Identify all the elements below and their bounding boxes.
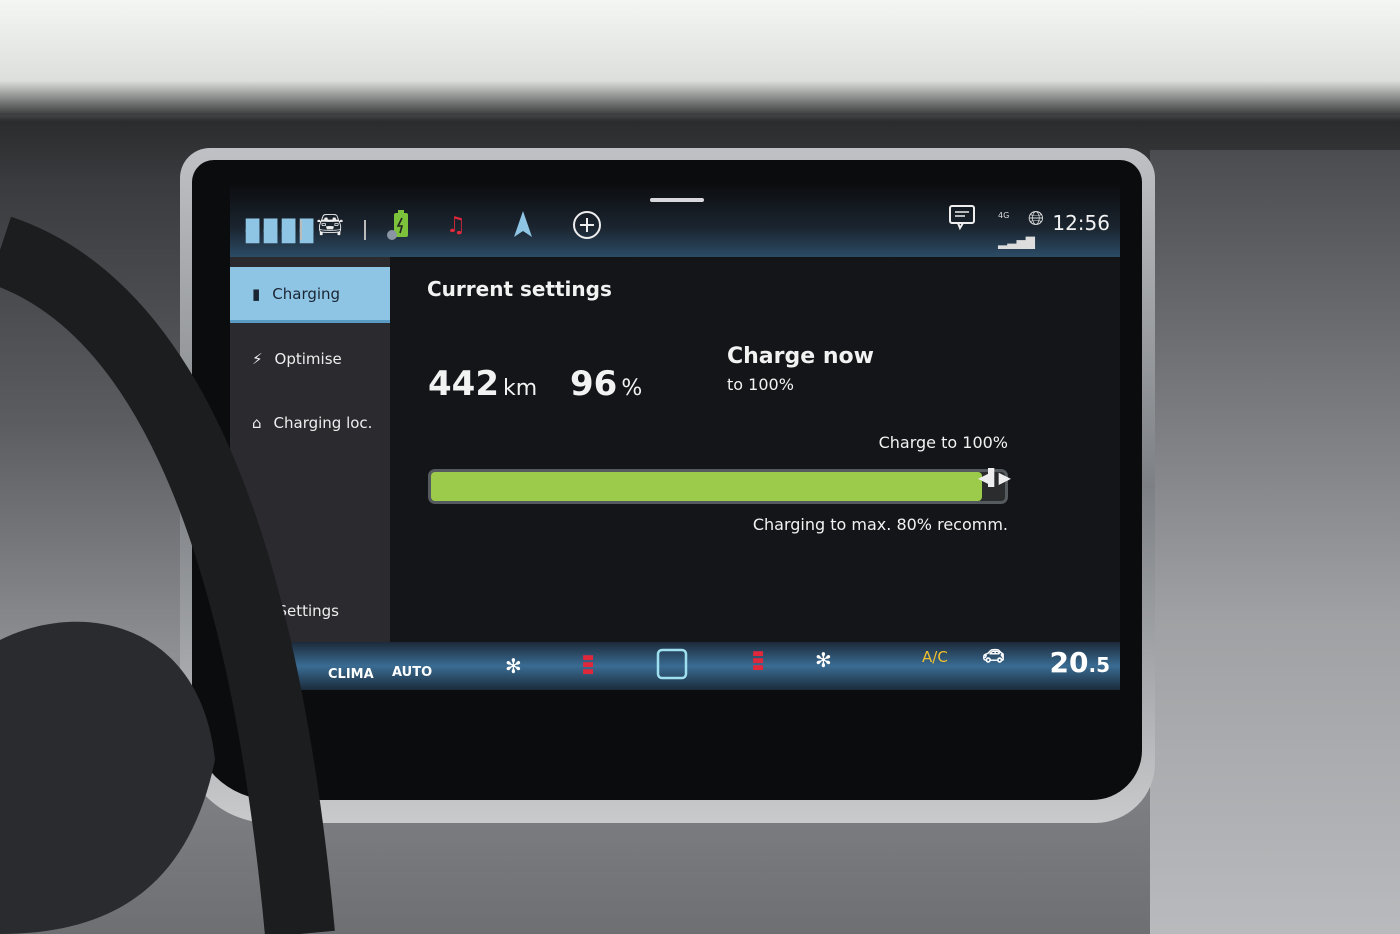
sidebar-item-label: Charging loc. [273, 414, 373, 432]
charge-now-target: to 100% [727, 375, 794, 394]
range-unit: km [502, 376, 538, 401]
windshield [0, 0, 1400, 115]
charge-now-button[interactable]: Charge now [727, 344, 874, 369]
charging-settings-icon[interactable] [386, 209, 412, 248]
seat-fan-right-icon[interactable]: ✻ [815, 648, 832, 672]
range-value: 442 [428, 364, 499, 404]
gear-icon: ⚙ [252, 602, 266, 620]
seat-heat-right-icon[interactable]: ▬ ▬ ▬ [752, 647, 764, 674]
pull-down-handle[interactable] [650, 198, 704, 202]
charge-level-fill [431, 472, 983, 501]
top-bar: ■■■■ ■■■■ 🚘︎ ♫ 4G ▂▃▅▇ 🌐︎ 12:56 [230, 185, 1120, 257]
connectivity-globe-icon: 🌐︎ [1028, 206, 1044, 230]
sidebar-item-charging[interactable]: ▮ Charging [230, 267, 390, 323]
sidebar-item-charging-loc[interactable]: ⌂ Charging loc. [230, 395, 390, 451]
page-title: Current settings [427, 277, 612, 301]
infotainment-screen: ■■■■ ■■■■ 🚘︎ ♫ 4G ▂▃▅▇ 🌐︎ 12:56 ▮ Charging … [230, 185, 1120, 690]
seat-heat-left-icon[interactable]: ▬ ▬ ▬ [582, 651, 594, 678]
vehicle-icon[interactable]: 🚘︎ [316, 213, 344, 239]
temp-int: 20 [1049, 646, 1089, 679]
recirculation-icon[interactable]: 🚗︎ [982, 646, 1005, 667]
sidebar-item-label: Settings [277, 602, 339, 620]
navigation-icon[interactable] [512, 209, 534, 246]
charging-location-icon: ⌂ [252, 414, 262, 432]
climate-bar: CLIMA AUTO ✻ ▬ ▬ ▬ ▬ ▬ ▬ ✻ A/C 🚗︎ 20.5 [230, 642, 1120, 690]
auto-button[interactable]: AUTO [392, 665, 432, 680]
main-panel: Current settings 442 km 96% Charge now to… [390, 257, 1120, 642]
clock: 12:56 [1052, 211, 1110, 235]
soc-readout: 96% [570, 364, 642, 404]
network-type: 4G [998, 211, 1010, 220]
battery-charging-icon: ▮ [252, 284, 261, 303]
sidebar-item-label: Charging [272, 284, 341, 303]
add-icon[interactable] [572, 210, 602, 247]
seat-fan-left-icon[interactable]: ✻ [505, 654, 522, 678]
recommendation-text: Charging to max. 80% recomm. [752, 515, 1008, 534]
charge-optimise-icon: ⚡ [252, 350, 263, 368]
charge-target-label: Charge to 100% [878, 433, 1008, 452]
temperature[interactable]: 20.5 [1050, 646, 1110, 679]
home-button[interactable] [656, 648, 688, 684]
divider [364, 220, 366, 240]
music-icon[interactable]: ♫ [446, 213, 466, 239]
divider [300, 220, 302, 240]
clima-button[interactable]: CLIMA [328, 667, 374, 682]
messages-icon[interactable] [948, 203, 976, 238]
soc-unit: % [621, 376, 643, 401]
range-readout: 442 km [428, 364, 537, 404]
sidebar-item-label: Optimise [274, 350, 342, 368]
sidebar-item-settings[interactable]: ⚙ Settings [230, 583, 390, 639]
ac-button[interactable]: A/C [922, 648, 948, 666]
soc-value: 96 [570, 364, 618, 404]
slider-handle[interactable]: ◀▌▶ [978, 468, 1011, 487]
sidebar-item-optimise[interactable]: ⚡ Optimise [230, 331, 390, 387]
temp-dec: .5 [1088, 653, 1110, 677]
dashboard [1150, 150, 1400, 934]
sidebar: ▮ Charging ⚡ Optimise ⌂ Charging loc. ⚙ Sett… [230, 257, 390, 642]
apps-grid-icon[interactable]: ■■■■ ■■■■ [244, 216, 316, 245]
charge-level-slider[interactable] [428, 469, 1008, 504]
